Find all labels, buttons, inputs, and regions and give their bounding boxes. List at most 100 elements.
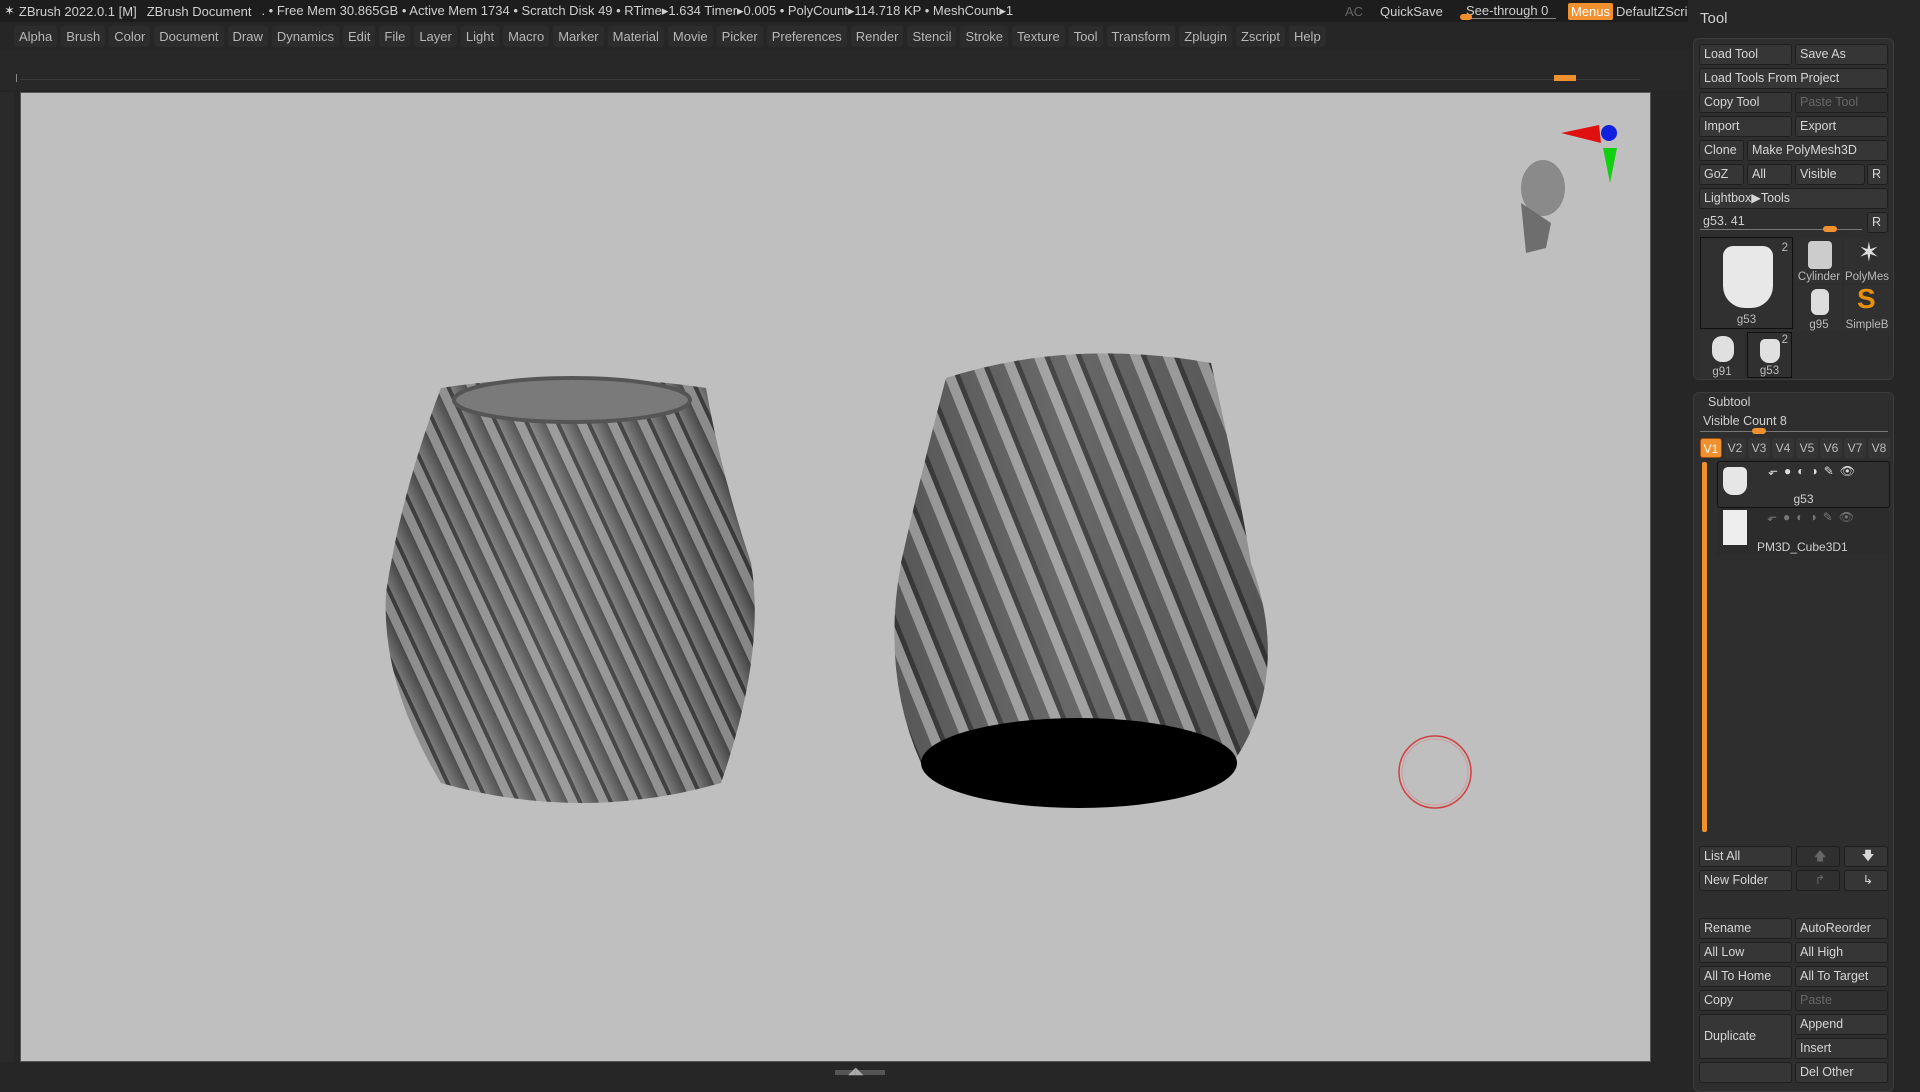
autoreorder-button[interactable]: AutoReorder	[1795, 918, 1888, 939]
paste-button[interactable]: Paste	[1795, 990, 1888, 1011]
navigation-gizmo-head-icon[interactable]	[1521, 125, 1617, 253]
ac-label: AC	[1345, 3, 1364, 19]
visible-count-handle[interactable]	[1752, 428, 1766, 434]
list-all-button[interactable]: List All	[1699, 846, 1792, 867]
menu-macro[interactable]: Macro	[503, 25, 550, 47]
copy-tool-button[interactable]: Copy Tool	[1699, 92, 1792, 113]
menu-light[interactable]: Light	[460, 25, 500, 47]
load-tool-button[interactable]: Load Tool	[1699, 44, 1792, 65]
version-button-v8[interactable]: V8	[1868, 438, 1890, 458]
timeline-marker[interactable]	[1554, 75, 1576, 81]
menu-zscript[interactable]: Zscript	[1235, 25, 1285, 47]
menu-alpha[interactable]: Alpha	[14, 25, 58, 47]
menu-draw[interactable]: Draw	[227, 25, 268, 47]
quicksave-button[interactable]: QuickSave	[1380, 4, 1443, 19]
canvas-viewport[interactable]	[20, 92, 1651, 1062]
subtool-item-g53[interactable]: ⬐●◐◑✎👁 g53	[1717, 461, 1890, 508]
visible-count-slider[interactable]	[1700, 431, 1888, 432]
duplicate-button[interactable]: Duplicate	[1699, 1014, 1792, 1059]
make-polymesh3d-button[interactable]: Make PolyMesh3D	[1747, 140, 1888, 161]
menu-brush[interactable]: Brush	[61, 25, 106, 47]
default-zscript-button[interactable]: DefaultZScript	[1616, 4, 1698, 19]
move-up-button[interactable]: 🡅	[1796, 846, 1840, 867]
lightbox-tools-button[interactable]: Lightbox▶Tools	[1699, 188, 1888, 209]
tool-thumb-g95[interactable]: g95	[1796, 285, 1842, 331]
menu-file[interactable]: File	[379, 25, 411, 47]
menu-help[interactable]: Help	[1288, 25, 1326, 47]
menu-movie[interactable]: Movie	[667, 25, 713, 47]
menu-document[interactable]: Document	[154, 25, 224, 47]
tool-slider-handle[interactable]	[1823, 226, 1837, 232]
subtool-icons[interactable]: ⬐●◐◑✎👁	[1768, 464, 1861, 478]
vase-right[interactable]	[871, 333, 1291, 833]
load-tools-from-project-button[interactable]: Load Tools From Project	[1699, 68, 1888, 89]
import-button[interactable]: Import	[1699, 116, 1792, 137]
move-down-button[interactable]: 🡇	[1844, 846, 1888, 867]
tool-thumb-g53[interactable]: 2 g53	[1700, 237, 1793, 329]
goz-all-button[interactable]: All	[1747, 164, 1792, 185]
menu-zplugin[interactable]: Zplugin	[1179, 25, 1232, 47]
rename-button[interactable]: Rename	[1699, 918, 1792, 939]
subtool-scrollbar[interactable]	[1702, 462, 1707, 832]
menu-edit[interactable]: Edit	[342, 25, 376, 47]
vase-thumbnail-icon	[1811, 289, 1829, 315]
menu-color[interactable]: Color	[109, 25, 151, 47]
subtool-icons[interactable]: ⬐●◐◑✎👁	[1767, 510, 1860, 524]
menu-picker[interactable]: Picker	[716, 25, 763, 47]
paste-tool-button[interactable]: Paste Tool	[1795, 92, 1888, 113]
insert-button[interactable]: Insert	[1795, 1038, 1888, 1059]
menu-preferences[interactable]: Preferences	[766, 25, 847, 47]
all-high-button[interactable]: All High	[1795, 942, 1888, 963]
menu-tool[interactable]: Tool	[1068, 25, 1103, 47]
folder-down-arrow-icon[interactable]: ↳	[1844, 870, 1888, 891]
menus-toggle[interactable]: Menus	[1568, 2, 1614, 20]
tool-thumb-polymesh[interactable]: ✶ PolyMes	[1844, 237, 1890, 283]
all-to-target-button[interactable]: All To Target	[1795, 966, 1888, 987]
cylinder-icon	[1808, 241, 1832, 269]
see-through-slider[interactable]: See-through 0	[1466, 3, 1556, 19]
tool-slider[interactable]	[1700, 229, 1862, 230]
menu-texture[interactable]: Texture	[1012, 25, 1065, 47]
goz-visible-button[interactable]: Visible	[1795, 164, 1865, 185]
menu-transform[interactable]: Transform	[1106, 25, 1176, 47]
goz-r-button[interactable]: R	[1867, 164, 1888, 185]
menu-marker[interactable]: Marker	[553, 25, 604, 47]
goz-button[interactable]: GoZ	[1699, 164, 1744, 185]
menu-layer[interactable]: Layer	[414, 25, 457, 47]
version-button-v6[interactable]: V6	[1820, 438, 1842, 458]
tool-thumb-g53-small[interactable]: 2 g53	[1747, 332, 1792, 378]
thumb-count: 2	[1781, 334, 1788, 346]
save-as-button[interactable]: Save As	[1795, 44, 1888, 65]
new-folder-button[interactable]: New Folder	[1699, 870, 1792, 891]
bottom-tray-arrows-icon[interactable]: ◢◣	[848, 1066, 863, 1077]
version-button-v7[interactable]: V7	[1844, 438, 1866, 458]
version-button-v2[interactable]: V2	[1724, 438, 1746, 458]
thumb-label: SimpleB	[1845, 319, 1889, 331]
vase-left[interactable]	[361, 353, 781, 833]
append-button[interactable]: Append	[1795, 1014, 1888, 1035]
tool-thumb-cylinder[interactable]: Cylinder	[1796, 237, 1842, 283]
folder-arrow-icon[interactable]: ↱	[1796, 870, 1840, 891]
version-button-v5[interactable]: V5	[1796, 438, 1818, 458]
all-low-button[interactable]: All Low	[1699, 942, 1792, 963]
menu-stencil[interactable]: Stencil	[907, 25, 957, 47]
menu-material[interactable]: Material	[607, 25, 664, 47]
tool-thumb-g91[interactable]: g91	[1700, 332, 1744, 378]
right-tray-divider[interactable]	[1655, 92, 1685, 1062]
left-tray[interactable]	[0, 92, 14, 1062]
tool-r-button[interactable]: R	[1867, 212, 1888, 233]
menu-render[interactable]: Render	[850, 25, 904, 47]
copy-button[interactable]: Copy	[1699, 990, 1792, 1011]
version-button-v3[interactable]: V3	[1748, 438, 1770, 458]
document-title: ZBrush Document	[146, 3, 252, 19]
clone-button[interactable]: Clone	[1699, 140, 1744, 161]
menu-dynamics[interactable]: Dynamics	[271, 25, 339, 47]
export-button[interactable]: Export	[1795, 116, 1888, 137]
subtool-item-pm3d-cube3d1[interactable]: ⬐●◐◑✎👁 PM3D_Cube3D1	[1717, 508, 1890, 555]
menu-stroke[interactable]: Stroke	[960, 25, 1009, 47]
tool-thumb-simplebrush[interactable]: S SimpleB	[1844, 283, 1890, 331]
all-to-home-button[interactable]: All To Home	[1699, 966, 1792, 987]
see-through-handle[interactable]	[1460, 14, 1472, 20]
version-button-v4[interactable]: V4	[1772, 438, 1794, 458]
version-button-v1[interactable]: V1	[1700, 438, 1722, 458]
